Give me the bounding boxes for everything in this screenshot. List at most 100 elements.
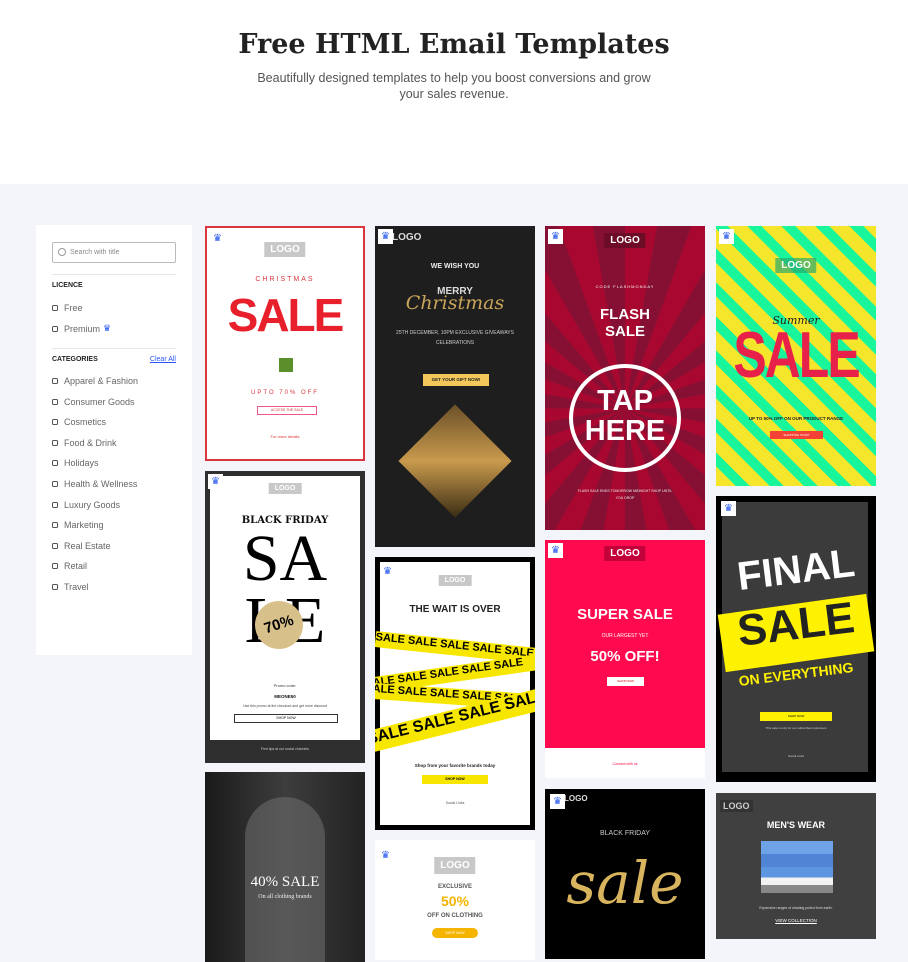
- option-label: Health & Wellness: [64, 479, 138, 489]
- cta-button: ACCESS THE SALE: [257, 406, 317, 415]
- logo: LOGO: [434, 857, 476, 874]
- template-mens-wear[interactable]: LOGO MEN'S WEAR Expensive ranges of shad…: [716, 793, 876, 939]
- logo: LOGO: [438, 575, 472, 586]
- checkbox[interactable]: [52, 563, 58, 570]
- clear-all-link[interactable]: Clear All: [150, 356, 176, 363]
- template-super-sale[interactable]: ♛ LOGO SUPER SALE OUR LARGEST YET 50% OF…: [545, 540, 705, 778]
- category-option[interactable]: Cosmetics: [52, 417, 106, 427]
- option-label: Food & Drink: [64, 437, 117, 448]
- text: OUR LARGEST YET: [601, 633, 649, 639]
- crown-icon: ♛: [378, 848, 393, 863]
- template-wait-is-over[interactable]: ♛ LOGO THE WAIT IS OVER SALE SALE SALE S…: [375, 557, 535, 830]
- template-merry-christmas[interactable]: ♛ LOGO WE WISH YOU MERRY Christmas 25TH …: [375, 226, 535, 547]
- checkbox[interactable]: [52, 481, 58, 487]
- category-option[interactable]: Apparel & Fashion: [52, 376, 138, 386]
- text: CHRISTMAS: [255, 276, 315, 283]
- page-subtitle: Beautifully designed templates to help y…: [257, 71, 651, 101]
- template-summer-sale[interactable]: ♛ LOGO Summer SALE UP TO 50% OFF ON OUR …: [716, 226, 876, 486]
- text: WE WISH YOU: [430, 263, 480, 270]
- category-option[interactable]: Retail: [52, 561, 87, 571]
- text: Expensive ranges of shading pulled from …: [759, 906, 833, 910]
- text: For more details: [270, 434, 300, 439]
- crown-icon: ♛: [548, 229, 563, 244]
- text: Promo code:: [273, 683, 297, 688]
- licence-heading: LICENCE: [52, 282, 83, 289]
- headline: SA: [242, 522, 328, 595]
- headline: sale: [566, 849, 684, 917]
- category-option[interactable]: Food & Drink: [52, 438, 117, 448]
- licence-free[interactable]: Free: [52, 303, 83, 313]
- option-label: Consumer Goods: [64, 396, 135, 407]
- hero: Free HTML Email Templates Beautifully de…: [0, 0, 908, 184]
- headline: Christmas: [405, 292, 505, 314]
- crown-icon: ♛: [103, 323, 112, 333]
- checkbox[interactable]: [52, 325, 58, 332]
- categories-heading: CATEGORIES: [52, 356, 98, 363]
- search-placeholder: Search with title: [70, 249, 120, 256]
- option-label: Retail: [64, 561, 88, 572]
- crown-icon: ♛: [210, 231, 225, 246]
- cta-button: SHOP NOW: [760, 712, 832, 721]
- headline: SALE: [733, 318, 860, 392]
- category-option[interactable]: Holidays: [52, 458, 99, 468]
- cta-button: GET YOUR GIFT NOW!: [423, 374, 489, 386]
- cta-link: VIEW COLLECTION: [775, 918, 817, 923]
- divider: [52, 348, 176, 349]
- logo: LOGO: [720, 800, 753, 812]
- logo: LOGO: [564, 794, 588, 803]
- template-exclusive-50[interactable]: ♛ LOGO EXCLUSIVE 50% OFF ON CLOTHING SHO…: [375, 840, 535, 960]
- text: This sale is only for our subscribed cus…: [765, 726, 827, 730]
- page-title: Free HTML Email Templates: [238, 29, 670, 60]
- text: Use this promo at the checkout and get m…: [243, 704, 327, 708]
- search-input[interactable]: Search with title: [52, 242, 176, 263]
- text: EXCLUSIVE: [437, 884, 472, 890]
- cta-button: SHOP NOW: [234, 714, 338, 723]
- option-label: Free: [64, 303, 83, 313]
- text: CODE FLASHMONDAY: [595, 284, 655, 289]
- template-fashion-sale[interactable]: 40% SALE On all clothing brands: [205, 772, 365, 962]
- checkbox[interactable]: [52, 460, 58, 467]
- category-option[interactable]: Marketing: [52, 520, 104, 530]
- template-black-friday[interactable]: ♛ LOGO BLACK FRIDAY SA LE 70% Promo code…: [205, 471, 365, 763]
- template-final-sale[interactable]: ♛ FINAL SALE ON EVERYTHING SHOP NOW This…: [716, 496, 876, 782]
- category-option[interactable]: Real Estate: [52, 541, 111, 551]
- shirts-image: [761, 841, 833, 893]
- checkbox[interactable]: [52, 398, 58, 405]
- cta-button: SHOP NOW: [432, 928, 478, 938]
- text: 25TH DECEMBER, 10PM EXCLUSIVE GIVEAWAYS …: [396, 330, 514, 346]
- option-label: Premium: [64, 323, 101, 334]
- checkbox[interactable]: [52, 378, 58, 384]
- template-flash-sale[interactable]: ♛ LOGO CODE FLASHMONDAY FLASH SALE TAP H…: [545, 226, 705, 530]
- crown-icon: ♛: [380, 564, 395, 579]
- category-option[interactable]: Travel: [52, 582, 89, 592]
- logo: LOGO: [392, 232, 422, 243]
- checkbox[interactable]: [52, 522, 58, 529]
- text: BLACK FRIDAY: [599, 830, 651, 837]
- filter-sidebar: Search with title LICENCE Free Premium ♛ …: [36, 225, 192, 655]
- category-option[interactable]: Consumer Goods: [52, 397, 135, 407]
- template-black-friday-sale[interactable]: ♛ LOGO BLACK FRIDAY sale: [545, 789, 705, 959]
- option-label: Cosmetics: [64, 417, 107, 428]
- option-label: Holidays: [64, 458, 99, 469]
- headline: SUPER SALE: [577, 606, 673, 623]
- checkbox[interactable]: [52, 439, 58, 446]
- checkbox[interactable]: [52, 305, 58, 311]
- licence-premium[interactable]: Premium ♛: [52, 323, 111, 334]
- checkbox[interactable]: [52, 542, 58, 549]
- option-label: Luxury Goods: [64, 499, 121, 510]
- checkbox[interactable]: [52, 584, 58, 590]
- option-label: Marketing: [64, 520, 104, 531]
- checkbox[interactable]: [52, 419, 58, 426]
- category-option[interactable]: Health & Wellness: [52, 479, 137, 489]
- text: Connect with us: [612, 762, 638, 766]
- logo: LOGO: [268, 483, 302, 494]
- category-option[interactable]: Luxury Goods: [52, 500, 120, 510]
- template-christmas-sale[interactable]: ♛ LOGO CHRISTMAS SALE UPTO 70% OFF ACCES…: [205, 226, 365, 461]
- checkbox[interactable]: [52, 501, 58, 508]
- cta-button: SHOP NOW: [607, 677, 644, 686]
- text: Find tips at our social channels: [260, 747, 310, 751]
- logo: LOGO: [775, 258, 817, 273]
- crown-icon: ♛: [208, 474, 223, 489]
- gift-image: [398, 404, 512, 518]
- option-label: Travel: [64, 582, 89, 592]
